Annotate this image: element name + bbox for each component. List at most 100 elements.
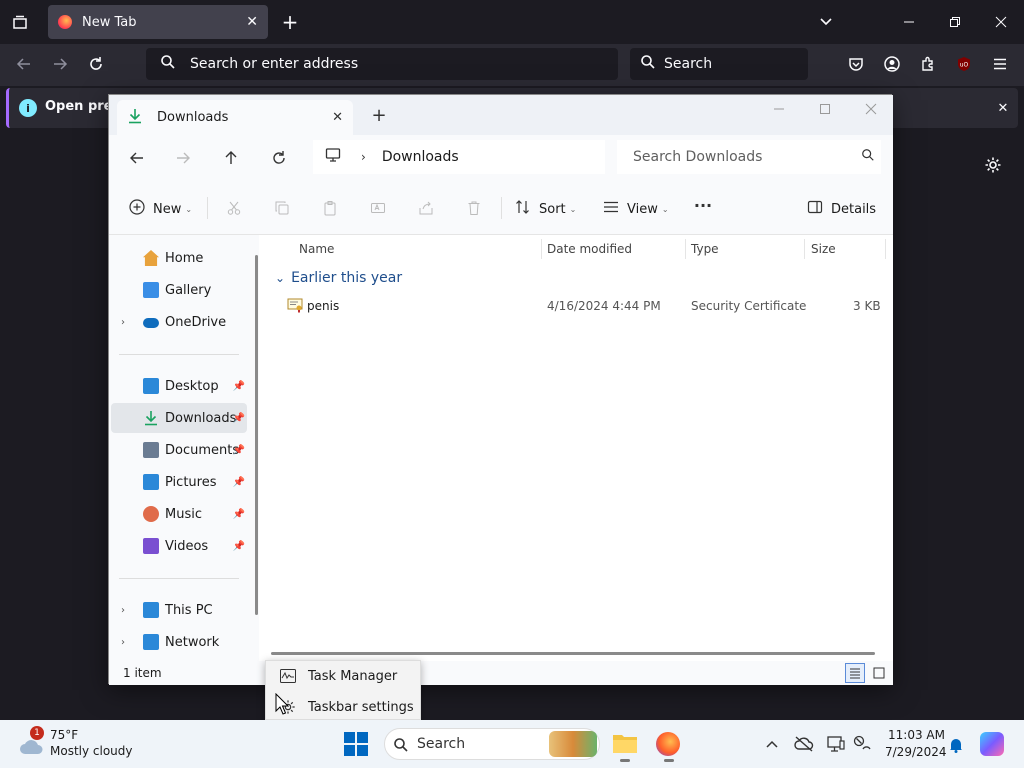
clock-date[interactable]: 7/29/2024 (885, 745, 947, 759)
pin-icon[interactable]: 📌 (233, 477, 245, 488)
browser-search-bar[interactable]: Search (630, 48, 808, 80)
pin-icon[interactable]: 📌 (233, 413, 245, 424)
close-window-icon[interactable] (863, 99, 879, 119)
details-button[interactable]: Details (807, 199, 876, 219)
column-header-date[interactable]: Date modified (547, 242, 632, 256)
toolbar-divider (207, 197, 208, 219)
sidebar-item-gallery[interactable]: Gallery (111, 275, 247, 305)
cut-icon[interactable] (225, 199, 243, 217)
search-icon (393, 737, 409, 757)
this-pc-icon (143, 602, 159, 618)
gear-icon[interactable] (982, 154, 1004, 176)
chevron-down-icon[interactable] (816, 12, 836, 32)
new-tab-icon[interactable]: + (371, 105, 387, 126)
copy-icon[interactable] (273, 199, 291, 217)
sidebar-item-onedrive[interactable]: › OneDrive (111, 307, 247, 337)
chevron-right-icon[interactable]: › (121, 605, 125, 616)
clock-time[interactable]: 11:03 AM (888, 728, 945, 742)
restore-icon[interactable] (946, 12, 964, 32)
back-icon[interactable] (127, 148, 147, 168)
menu-item-task-manager[interactable]: Task Manager (266, 662, 422, 690)
new-tab-icon[interactable]: + (280, 10, 300, 34)
group-header-label: Earlier this year (291, 270, 403, 286)
firefox-taskbar-icon[interactable] (656, 732, 680, 756)
file-type: Security Certificate (691, 299, 807, 313)
pin-icon[interactable]: 📌 (233, 445, 245, 456)
sidebar-scrollbar[interactable] (255, 255, 258, 615)
pocket-icon[interactable] (846, 54, 866, 74)
close-window-icon[interactable] (992, 12, 1010, 32)
sidebar-item-downloads[interactable]: Downloads 📌 (111, 403, 247, 433)
network-status-icon[interactable] (852, 734, 872, 754)
copilot-icon[interactable] (980, 732, 1004, 756)
sidebar-item-this-pc[interactable]: › This PC (111, 595, 247, 625)
details-view-icon[interactable] (845, 663, 865, 683)
close-tab-icon[interactable]: ✕ (246, 14, 258, 30)
more-options-icon[interactable]: ··· (693, 195, 713, 215)
notification-bell-icon[interactable] (948, 736, 964, 754)
sidebar-item-documents[interactable]: Documents 📌 (111, 435, 247, 465)
chevron-right-icon[interactable]: › (121, 637, 125, 648)
reload-icon[interactable] (86, 54, 106, 74)
column-header-type[interactable]: Type (691, 242, 719, 256)
sidebar-item-desktop[interactable]: Desktop 📌 (111, 371, 247, 401)
account-icon[interactable] (882, 54, 902, 74)
minimize-icon[interactable] (900, 12, 918, 32)
menu-item-taskbar-settings[interactable]: Taskbar settings (266, 693, 422, 721)
sidebar-item-network[interactable]: › Network (111, 627, 247, 657)
paste-icon[interactable] (321, 199, 339, 217)
forward-icon[interactable] (173, 148, 193, 168)
search-downloads-input[interactable]: Search Downloads (617, 140, 881, 174)
close-tab-icon[interactable]: ✕ (332, 110, 343, 125)
horizontal-scrollbar[interactable] (271, 652, 875, 655)
maximize-icon[interactable] (817, 99, 833, 119)
sidebar-item-label: Pictures (165, 474, 217, 490)
url-bar[interactable]: Search or enter address (146, 48, 618, 80)
pin-icon[interactable]: 📌 (233, 509, 245, 520)
file-name: penis (307, 299, 340, 313)
close-notification-icon[interactable]: ✕ (993, 98, 1013, 118)
forward-icon[interactable] (50, 54, 70, 74)
status-bar: 1 item (109, 661, 893, 685)
large-icons-view-icon[interactable] (869, 663, 889, 683)
ublock-origin-icon[interactable]: uO (954, 54, 974, 74)
refresh-icon[interactable] (269, 148, 289, 168)
show-hidden-icons-icon[interactable] (764, 736, 780, 752)
menu-item-label: Task Manager (308, 668, 398, 684)
rename-icon[interactable] (369, 199, 387, 217)
sidebar-item-home[interactable]: Home (111, 243, 247, 273)
sort-button[interactable]: Sort ⌄ (515, 199, 576, 219)
table-row[interactable]: penis 4/16/2024 4:44 PM Security Certifi… (265, 293, 893, 319)
breadcrumb-current[interactable]: Downloads (382, 149, 459, 165)
column-header-size[interactable]: Size (811, 242, 836, 256)
extensions-icon[interactable] (918, 54, 938, 74)
new-button[interactable]: New ⌄ (129, 199, 192, 219)
pin-icon[interactable]: 📌 (233, 541, 245, 552)
breadcrumb[interactable]: › Downloads (313, 140, 605, 174)
start-button[interactable] (344, 732, 368, 760)
pin-icon[interactable]: 📌 (233, 381, 245, 392)
back-icon[interactable] (14, 54, 34, 74)
minimize-icon[interactable] (771, 99, 787, 119)
group-header[interactable]: ⌄ Earlier this year (275, 265, 402, 291)
chevron-right-icon[interactable]: › (121, 317, 125, 328)
weather-widget[interactable]: 1 75°F Mostly cloudy (16, 726, 146, 762)
onedrive-offline-icon[interactable] (794, 734, 814, 754)
sidebar-item-pictures[interactable]: Pictures 📌 (111, 467, 247, 497)
tab-list-icon[interactable] (10, 12, 30, 32)
up-icon[interactable] (221, 148, 241, 168)
videos-icon (143, 538, 159, 554)
delete-icon[interactable] (465, 199, 483, 217)
column-header-name[interactable]: Name (299, 242, 334, 256)
explorer-tab-title: Downloads (157, 110, 229, 125)
explorer-tab[interactable]: Downloads ✕ (117, 100, 353, 135)
display-icon[interactable] (826, 734, 846, 754)
menu-icon[interactable] (990, 54, 1010, 74)
sidebar-item-music[interactable]: Music 📌 (111, 499, 247, 529)
file-explorer-taskbar-icon[interactable] (612, 732, 638, 758)
view-button[interactable]: View ⌄ (603, 199, 669, 219)
share-icon[interactable] (417, 199, 435, 217)
browser-tab[interactable]: New Tab ✕ (48, 5, 268, 39)
taskbar-search[interactable]: Search (384, 728, 600, 760)
sidebar-item-videos[interactable]: Videos 📌 (111, 531, 247, 561)
